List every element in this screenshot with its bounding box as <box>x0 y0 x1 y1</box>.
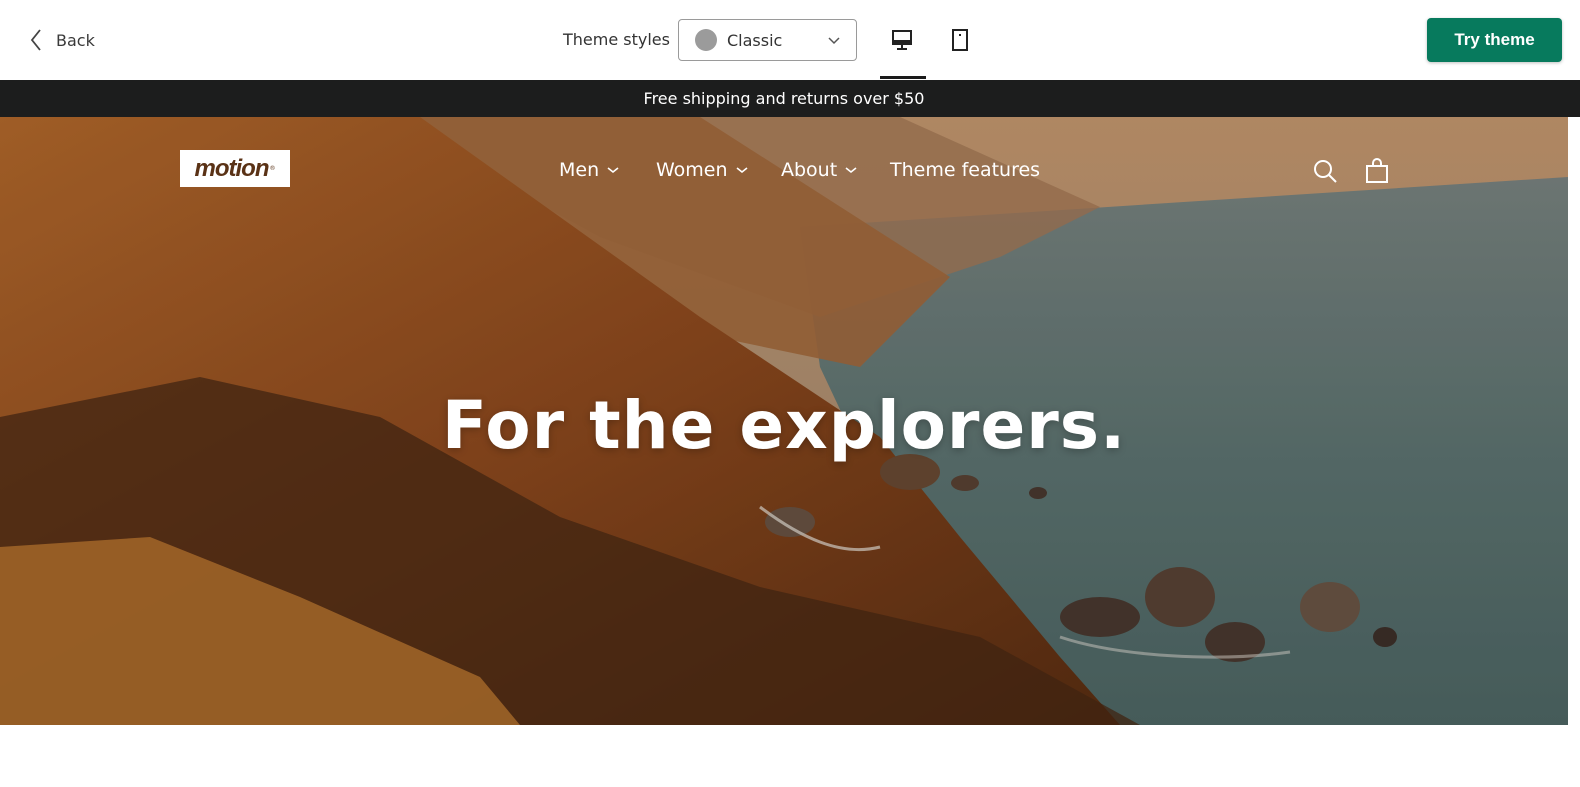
style-color-swatch <box>695 29 717 51</box>
back-button[interactable]: Back <box>30 26 95 54</box>
desktop-view-button[interactable] <box>880 20 924 60</box>
nav-item-about[interactable]: About <box>781 157 857 183</box>
chevron-left-icon <box>30 29 41 51</box>
try-theme-button[interactable]: Try theme <box>1427 18 1562 62</box>
logo-text: motion <box>194 154 270 182</box>
nav-item-theme-features[interactable]: Theme features <box>890 157 1040 183</box>
preview-toolbar: Back Theme styles Classic Try theme <box>0 0 1580 80</box>
search-icon <box>1314 160 1337 183</box>
registered-mark: ® <box>269 165 276 172</box>
chevron-down-icon <box>736 167 748 174</box>
nav-item-women[interactable]: Women <box>656 157 748 183</box>
hero-section: motion ® Men Women About Theme features F… <box>0 117 1568 725</box>
desktop-icon <box>892 30 912 50</box>
back-label: Back <box>56 30 95 50</box>
chevron-down-icon <box>607 167 619 174</box>
search-button[interactable] <box>1311 157 1339 185</box>
nav-label: Men <box>559 159 600 181</box>
store-logo[interactable]: motion ® <box>180 150 290 187</box>
hero-headline: For the explorers. <box>441 387 1127 464</box>
theme-style-select[interactable]: Classic <box>678 19 857 61</box>
announcement-text: Free shipping and returns over $50 <box>643 89 925 108</box>
theme-styles-label: Theme styles <box>563 30 670 49</box>
chevron-down-icon <box>828 37 840 45</box>
tablet-icon <box>952 29 968 51</box>
cart-button[interactable] <box>1363 157 1391 185</box>
nav-label: Theme features <box>890 159 1041 181</box>
theme-style-value: Classic <box>727 30 783 50</box>
active-device-indicator <box>880 76 926 79</box>
cart-icon <box>1366 158 1388 183</box>
nav-label: About <box>781 159 838 181</box>
nav-item-men[interactable]: Men <box>559 157 619 183</box>
nav-label: Women <box>656 159 728 181</box>
announcement-bar: Free shipping and returns over $50 <box>0 80 1580 117</box>
tablet-view-button[interactable] <box>938 20 982 60</box>
chevron-down-icon <box>845 167 857 174</box>
